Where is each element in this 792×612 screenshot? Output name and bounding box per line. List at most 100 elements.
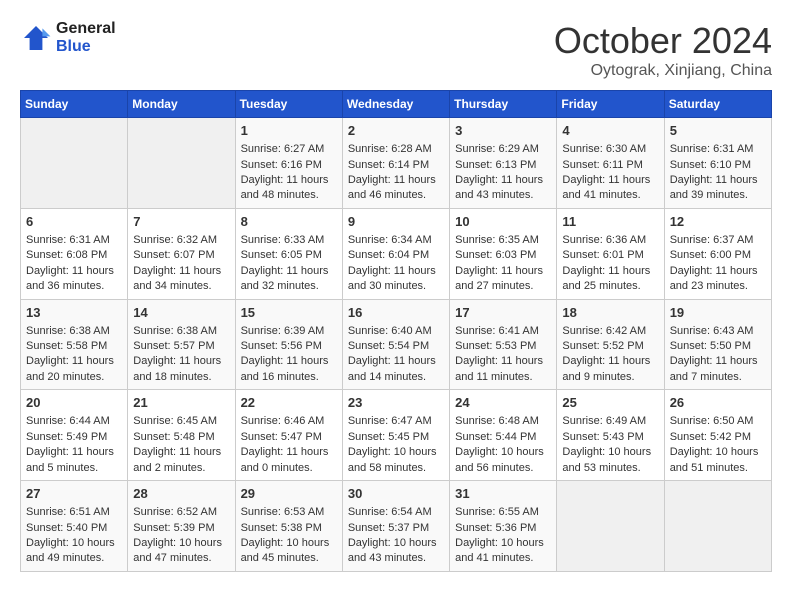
calendar-cell: 7Sunrise: 6:32 AMSunset: 6:07 PMDaylight… [128, 208, 235, 299]
header-saturday: Saturday [664, 91, 771, 118]
calendar-cell: 25Sunrise: 6:49 AMSunset: 5:43 PMDayligh… [557, 390, 664, 481]
sunset-text: Sunset: 5:53 PM [455, 339, 551, 354]
sunrise-text: Sunrise: 6:38 AM [133, 324, 229, 339]
day-number: 3 [455, 122, 551, 140]
calendar-cell: 12Sunrise: 6:37 AMSunset: 6:00 PMDayligh… [664, 208, 771, 299]
sunset-text: Sunset: 5:39 PM [133, 521, 229, 536]
calendar-cell: 11Sunrise: 6:36 AMSunset: 6:01 PMDayligh… [557, 208, 664, 299]
sunrise-text: Sunrise: 6:51 AM [26, 505, 122, 520]
daylight-text: Daylight: 11 hours and 32 minutes. [241, 264, 337, 295]
day-number: 13 [26, 304, 122, 322]
sunrise-text: Sunrise: 6:40 AM [348, 324, 444, 339]
sunset-text: Sunset: 6:07 PM [133, 248, 229, 263]
sunset-text: Sunset: 5:36 PM [455, 521, 551, 536]
day-number: 8 [241, 213, 337, 231]
calendar-cell: 13 Sunrise: 6:38 AMSunset: 5:58 PMDayligh… [21, 299, 128, 390]
header-tuesday: Tuesday [235, 91, 342, 118]
daylight-text: Daylight: 11 hours and 36 minutes. [26, 264, 122, 295]
sunset-text: Sunset: 5:42 PM [670, 430, 766, 445]
sunset-text: Sunset: 5:47 PM [241, 430, 337, 445]
calendar-cell: 9 Sunrise: 6:34 AMSunset: 6:04 PMDaylight… [342, 208, 449, 299]
day-number: 14 [133, 304, 229, 322]
calendar-cell: 29Sunrise: 6:53 AMSunset: 5:38 PMDayligh… [235, 481, 342, 572]
month-title: October 2024 [554, 20, 772, 62]
daylight-text: Daylight: 11 hours and 20 minutes. [26, 354, 122, 385]
calendar-cell: 21Sunrise: 6:45 AMSunset: 5:48 PMDayligh… [128, 390, 235, 481]
daylight-text: Daylight: 11 hours and 30 minutes. [348, 264, 444, 295]
sunrise-text: Sunrise: 6:48 AM [455, 414, 551, 429]
sunrise-text: Sunrise: 6:55 AM [455, 505, 551, 520]
day-number: 19 [670, 304, 766, 322]
sunrise-text: Sunrise: 6:37 AM [670, 233, 766, 248]
daylight-text: Daylight: 10 hours and 47 minutes. [133, 536, 229, 567]
day-number: 30 [348, 485, 444, 503]
daylight-text: Daylight: 11 hours and 23 minutes. [670, 264, 766, 295]
day-number: 31 [455, 485, 551, 503]
calendar-cell: 3Sunrise: 6:29 AMSunset: 6:13 PMDaylight… [450, 118, 557, 209]
calendar-cell: 15Sunrise: 6:39 AMSunset: 5:56 PMDayligh… [235, 299, 342, 390]
sunrise-text: Sunrise: 6:36 AM [562, 233, 658, 248]
sunset-text: Sunset: 6:00 PM [670, 248, 766, 263]
day-number: 16 [348, 304, 444, 322]
header-wednesday: Wednesday [342, 91, 449, 118]
sunrise-text: Sunrise: 6:45 AM [133, 414, 229, 429]
sunset-text: Sunset: 6:03 PM [455, 248, 551, 263]
day-number: 15 [241, 304, 337, 322]
header-monday: Monday [128, 91, 235, 118]
sunset-text: Sunset: 5:58 PM [26, 339, 122, 354]
day-number: 18 [562, 304, 658, 322]
calendar-week-0: 1Sunrise: 6:27 AMSunset: 6:16 PMDaylight… [21, 118, 772, 209]
calendar-cell [128, 118, 235, 209]
sunset-text: Sunset: 5:38 PM [241, 521, 337, 536]
sunrise-text: Sunrise: 6:31 AM [26, 233, 122, 248]
daylight-text: Daylight: 11 hours and 0 minutes. [241, 445, 337, 476]
sunrise-text: Sunrise: 6:34 AM [348, 233, 444, 248]
sunrise-text: Sunrise: 6:39 AM [241, 324, 337, 339]
sunrise-text: Sunrise: 6:53 AM [241, 505, 337, 520]
daylight-text: Daylight: 11 hours and 11 minutes. [455, 354, 551, 385]
sunset-text: Sunset: 5:44 PM [455, 430, 551, 445]
sunset-text: Sunset: 6:13 PM [455, 158, 551, 173]
sunset-text: Sunset: 6:04 PM [348, 248, 444, 263]
daylight-text: Daylight: 11 hours and 18 minutes. [133, 354, 229, 385]
calendar-cell: 4Sunrise: 6:30 AMSunset: 6:11 PMDaylight… [557, 118, 664, 209]
daylight-text: Daylight: 11 hours and 39 minutes. [670, 173, 766, 204]
daylight-text: Daylight: 11 hours and 25 minutes. [562, 264, 658, 295]
logo: General Blue [20, 20, 116, 56]
calendar-cell [557, 481, 664, 572]
sunset-text: Sunset: 5:48 PM [133, 430, 229, 445]
header-friday: Friday [557, 91, 664, 118]
daylight-text: Daylight: 10 hours and 56 minutes. [455, 445, 551, 476]
daylight-text: Daylight: 11 hours and 2 minutes. [133, 445, 229, 476]
daylight-text: Daylight: 11 hours and 9 minutes. [562, 354, 658, 385]
daylight-text: Daylight: 11 hours and 34 minutes. [133, 264, 229, 295]
sunrise-text: Sunrise: 6:38 AM [26, 324, 122, 339]
sunset-text: Sunset: 6:10 PM [670, 158, 766, 173]
daylight-text: Daylight: 11 hours and 14 minutes. [348, 354, 444, 385]
sunrise-text: Sunrise: 6:31 AM [670, 142, 766, 157]
sunrise-text: Sunrise: 6:46 AM [241, 414, 337, 429]
daylight-text: Daylight: 11 hours and 46 minutes. [348, 173, 444, 204]
daylight-text: Daylight: 10 hours and 45 minutes. [241, 536, 337, 567]
calendar-cell: 24Sunrise: 6:48 AMSunset: 5:44 PMDayligh… [450, 390, 557, 481]
sunset-text: Sunset: 5:54 PM [348, 339, 444, 354]
sunset-text: Sunset: 5:50 PM [670, 339, 766, 354]
calendar-header-row: SundayMondayTuesdayWednesdayThursdayFrid… [21, 91, 772, 118]
sunset-text: Sunset: 6:14 PM [348, 158, 444, 173]
day-number: 9 [348, 213, 444, 231]
sunrise-text: Sunrise: 6:49 AM [562, 414, 658, 429]
sunset-text: Sunset: 6:16 PM [241, 158, 337, 173]
sunset-text: Sunset: 6:08 PM [26, 248, 122, 263]
daylight-text: Daylight: 11 hours and 48 minutes. [241, 173, 337, 204]
day-number: 10 [455, 213, 551, 231]
sunset-text: Sunset: 5:52 PM [562, 339, 658, 354]
sunrise-text: Sunrise: 6:44 AM [26, 414, 122, 429]
day-number: 23 [348, 394, 444, 412]
sunrise-text: Sunrise: 6:47 AM [348, 414, 444, 429]
day-number: 4 [562, 122, 658, 140]
page-header: General Blue October 2024 Oytograk, Xinj… [20, 20, 772, 80]
sunrise-text: Sunrise: 6:32 AM [133, 233, 229, 248]
calendar-cell: 22Sunrise: 6:46 AMSunset: 5:47 PMDayligh… [235, 390, 342, 481]
calendar-cell: 5Sunrise: 6:31 AMSunset: 6:10 PMDaylight… [664, 118, 771, 209]
calendar-week-4: 27Sunrise: 6:51 AMSunset: 5:40 PMDayligh… [21, 481, 772, 572]
